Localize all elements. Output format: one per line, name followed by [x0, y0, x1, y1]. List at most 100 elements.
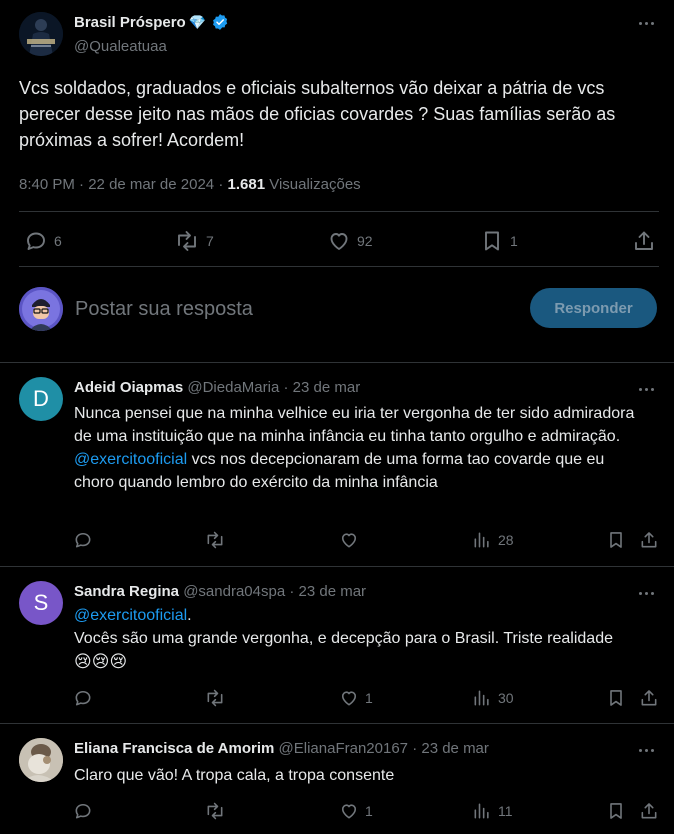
share-button[interactable]	[632, 229, 656, 253]
reply-date[interactable]: 23 de mar	[299, 583, 367, 600]
divider	[0, 362, 674, 363]
post-text: Vcs soldados, graduados e oficiais subal…	[19, 78, 616, 150]
reply-button[interactable]	[73, 530, 93, 550]
like-button[interactable]: 92	[327, 229, 373, 253]
mention-link[interactable]: @exercitooficial	[74, 607, 187, 624]
reply-author-handle[interactable]: @DiedaMaria	[187, 379, 279, 396]
share-button[interactable]	[639, 530, 659, 550]
share-icon	[641, 803, 657, 819]
avatar-letter: S	[33, 590, 49, 615]
reply-button[interactable]	[73, 688, 93, 708]
more-options-icon[interactable]	[639, 592, 654, 595]
bookmark-count: 1	[510, 233, 518, 249]
reply-icon	[75, 690, 91, 706]
repost-button[interactable]	[204, 688, 226, 708]
analytics-icon	[474, 690, 489, 706]
share-icon	[635, 231, 653, 250]
more-options-icon[interactable]	[639, 749, 654, 752]
repost-icon	[207, 802, 223, 820]
views-button[interactable]: 28	[472, 530, 514, 550]
views-count: 11	[498, 803, 513, 819]
heart-icon	[341, 804, 357, 819]
views-count: 28	[498, 532, 514, 548]
crying-emoji: 😢😢😢	[74, 652, 128, 671]
reply-input[interactable]	[75, 292, 515, 326]
analytics-icon	[474, 532, 489, 548]
reply-button[interactable]	[73, 801, 93, 821]
views-label[interactable]: Visualizações	[269, 176, 360, 193]
views-count: 30	[498, 690, 514, 706]
like-button[interactable]	[339, 530, 359, 550]
share-button[interactable]	[639, 688, 659, 708]
current-user-avatar[interactable]	[19, 287, 63, 331]
like-button[interactable]: 1	[339, 688, 373, 708]
author-handle[interactable]: @Qualeatuaa	[74, 38, 167, 55]
reply-text: @exercitooficial. Vocês são uma grande v…	[74, 604, 654, 673]
verified-badge-icon	[211, 13, 229, 31]
bookmark-button[interactable]	[606, 688, 626, 708]
repost-count: 7	[206, 233, 214, 249]
bookmark-icon	[485, 231, 499, 251]
heart-icon	[330, 233, 348, 250]
divider	[19, 266, 659, 267]
heart-icon	[341, 533, 357, 548]
reply-count: 6	[54, 233, 62, 249]
avatar-letter: D	[33, 386, 49, 411]
reply-button[interactable]: 6	[24, 229, 62, 253]
post-meta: 8:40 PM · 22 de mar de 2024 · 1.681 Visu…	[19, 176, 361, 193]
share-icon	[641, 532, 657, 548]
repost-button[interactable]: 7	[174, 229, 214, 253]
reply-icon	[27, 232, 45, 250]
responder-button[interactable]: Responder	[530, 288, 657, 328]
divider	[19, 211, 659, 212]
reply-author-name[interactable]: Sandra Regina	[74, 583, 179, 600]
reply-icon	[75, 803, 91, 819]
like-count: 1	[365, 803, 373, 819]
mention-link[interactable]: @exercitooficial	[74, 451, 187, 468]
views-button[interactable]: 11	[472, 801, 513, 821]
reply-text: Nunca pensei que na minha velhice eu iri…	[74, 405, 635, 491]
reply-author-name[interactable]: Adeid Oiapmas	[74, 379, 183, 396]
views-count: 1.681	[227, 176, 266, 193]
reply-text: Claro que vão! A tropa cala, a tropa con…	[74, 767, 395, 784]
repost-icon	[207, 689, 223, 707]
repost-icon	[178, 231, 196, 251]
reply-author-handle[interactable]: @ElianaFran20167	[279, 740, 408, 757]
author-name[interactable]: Brasil Próspero	[74, 14, 186, 31]
reply-icon	[75, 532, 91, 548]
views-button[interactable]: 30	[472, 688, 514, 708]
reply-header: Sandra Regina @sandra04spa · 23 de mar	[74, 583, 367, 600]
post-time[interactable]: 8:40 PM	[19, 176, 75, 193]
reply-avatar[interactable]	[19, 738, 63, 782]
bookmark-button[interactable]: 1	[480, 229, 518, 253]
reply-author-name[interactable]: Eliana Francisca de Amorim	[74, 740, 274, 757]
reply-avatar[interactable]: S	[19, 581, 63, 625]
post-date[interactable]: 22 de mar de 2024	[88, 176, 214, 193]
bookmark-icon	[610, 803, 622, 819]
author-name-row[interactable]: Brasil Próspero 💎	[74, 13, 229, 31]
bookmark-button[interactable]	[606, 530, 626, 550]
repost-button[interactable]	[204, 530, 226, 550]
divider	[0, 723, 674, 724]
more-options-icon[interactable]	[639, 388, 654, 391]
share-button[interactable]	[639, 801, 659, 821]
reply-header: Adeid Oiapmas @DiedaMaria · 23 de mar	[74, 379, 361, 396]
like-button[interactable]: 1	[339, 801, 373, 821]
reply-date[interactable]: 23 de mar	[421, 740, 489, 757]
more-options-icon[interactable]	[639, 22, 654, 25]
analytics-icon	[474, 803, 489, 819]
reply-author-handle[interactable]: @sandra04spa	[183, 583, 285, 600]
bookmark-icon	[610, 532, 622, 548]
share-icon	[641, 690, 657, 706]
repost-icon	[207, 531, 223, 549]
divider	[0, 566, 674, 567]
diamond-emoji: 💎	[188, 13, 207, 30]
bookmark-icon	[610, 690, 622, 706]
repost-button[interactable]	[204, 801, 226, 821]
like-count: 1	[365, 690, 373, 706]
bookmark-button[interactable]	[606, 801, 626, 821]
author-avatar[interactable]	[19, 12, 63, 56]
reply-avatar[interactable]: D	[19, 377, 63, 421]
reply-date[interactable]: 23 de mar	[293, 379, 361, 396]
responder-button-label: Responder	[554, 299, 633, 317]
